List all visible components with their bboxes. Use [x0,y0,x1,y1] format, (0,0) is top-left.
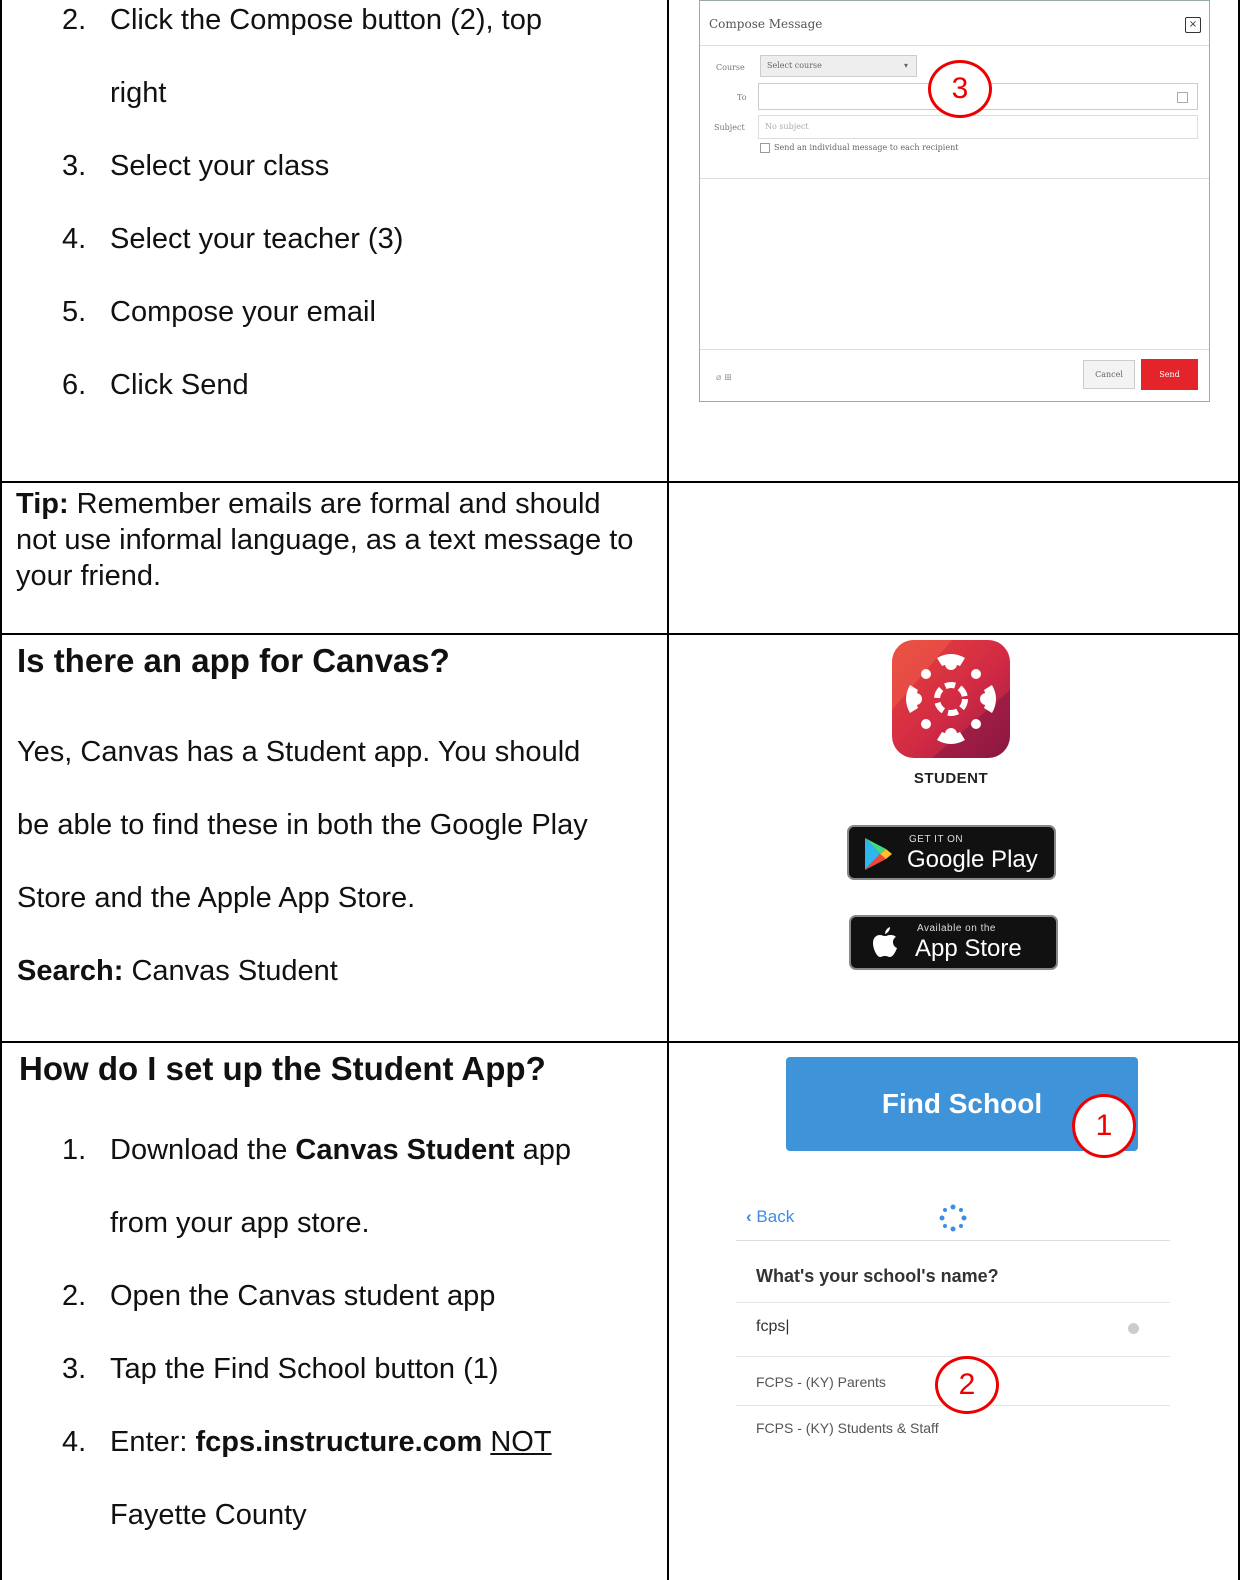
address-book-icon[interactable] [1177,92,1188,103]
send-button[interactable]: Send [1141,359,1198,390]
divider [736,1302,1170,1303]
app-store-badge[interactable]: Available on the App Store [849,915,1058,970]
mobile-navbar-divider [736,1240,1170,1241]
canvas-logo-icon [939,1204,967,1232]
list-item: from your app store. [110,1207,370,1239]
dialog-title: Compose Message [709,17,823,31]
to-label: To [737,93,747,102]
row-divider [0,481,1240,483]
app-heading: Is there an app for Canvas? [17,642,450,679]
divider [736,1356,1170,1357]
tip-body: Remember emails are formal and should no… [16,488,634,592]
app-description-line: Store and the Apple App Store. [17,882,416,914]
app-description-line: be able to find these in both the Google… [17,809,588,841]
message-body[interactable] [700,178,1209,350]
subject-label: Subject [714,123,745,132]
search-label: Search: [17,955,124,987]
close-icon[interactable]: × [1185,17,1201,33]
compose-steps-list: 2. Click the Compose button (2), top righ… [0,0,665,422]
checkbox-icon[interactable] [760,143,770,153]
row-divider [0,633,1240,635]
tip-label: Tip: [16,488,69,520]
app-store-big-text: App Store [915,935,1022,962]
school-search-input[interactable]: fcps| [756,1318,790,1336]
callout-2: 2 [935,1356,999,1414]
chevron-left-icon: ‹ [746,1207,752,1226]
attachment-icon[interactable]: ⌀ ⊞ [716,373,732,383]
subject-field[interactable]: No subject [758,115,1198,139]
school-name-question: What's your school's name? [756,1266,999,1286]
tip-text: Tip: Remember emails are formal and shou… [16,486,646,594]
callout-3: 3 [928,60,992,118]
list-item: 5. Compose your email [62,296,376,328]
callout-1: 1 [1072,1094,1136,1158]
row-divider [0,1041,1240,1043]
app-store-small-text: Available on the [917,923,996,934]
google-play-icon [865,838,892,870]
list-item: 3. Select your class [62,150,330,182]
google-play-big-text: Google Play [907,846,1038,873]
list-item: 1. Download the Canvas Student app [62,1134,572,1166]
course-label: Course [716,63,745,72]
school-result-students-staff[interactable]: FCPS - (KY) Students & Staff [756,1420,939,1436]
search-value: Canvas Student [123,955,338,987]
back-label: Back [756,1207,795,1226]
school-result-parents[interactable]: FCPS - (KY) Parents [756,1374,886,1390]
list-item: right [110,77,167,109]
list-item: 3. Tap the Find School button (1) [62,1353,499,1385]
search-line: Search: Canvas Student [17,935,588,1008]
google-play-badge[interactable]: GET IT ON Google Play [847,825,1056,880]
app-description: Yes, Canvas has a Student app. You shoul… [17,716,588,1008]
setup-heading: How do I set up the Student App? [19,1050,546,1087]
list-item: 4. Enter: fcps.instructure.com NOT [62,1426,552,1458]
school-search-value: fcps [756,1318,786,1335]
list-item: 4. Select your teacher (3) [62,223,404,255]
google-play-small-text: GET IT ON [909,834,964,845]
individual-message-checkbox[interactable]: Send an individual message to each recip… [760,143,958,153]
apple-icon [873,927,897,957]
course-select-value: Select course [767,61,822,70]
chevron-down-icon: ▾ [903,61,908,70]
column-divider [667,0,669,1580]
app-description-line: Yes, Canvas has a Student app. You shoul… [17,736,581,768]
clear-icon[interactable] [1128,1323,1139,1334]
list-item: Fayette County [110,1499,307,1531]
list-item: 2. Open the Canvas student app [62,1280,496,1312]
setup-steps-list: 1. Download the Canvas Student app from y… [0,1114,665,1552]
canvas-student-app-icon [892,640,1010,758]
individual-message-label: Send an individual message to each recip… [774,143,959,152]
course-select[interactable]: Select course ▾ [760,55,917,77]
list-item: 2. Click the Compose button (2), top [62,4,542,36]
back-button[interactable]: ‹ Back [746,1207,794,1227]
cancel-button[interactable]: Cancel [1083,360,1135,389]
dialog-titlebar: Compose Message × [700,1,1209,46]
list-item: 6. Click Send [62,369,249,401]
app-icon-label: STUDENT [913,770,989,787]
